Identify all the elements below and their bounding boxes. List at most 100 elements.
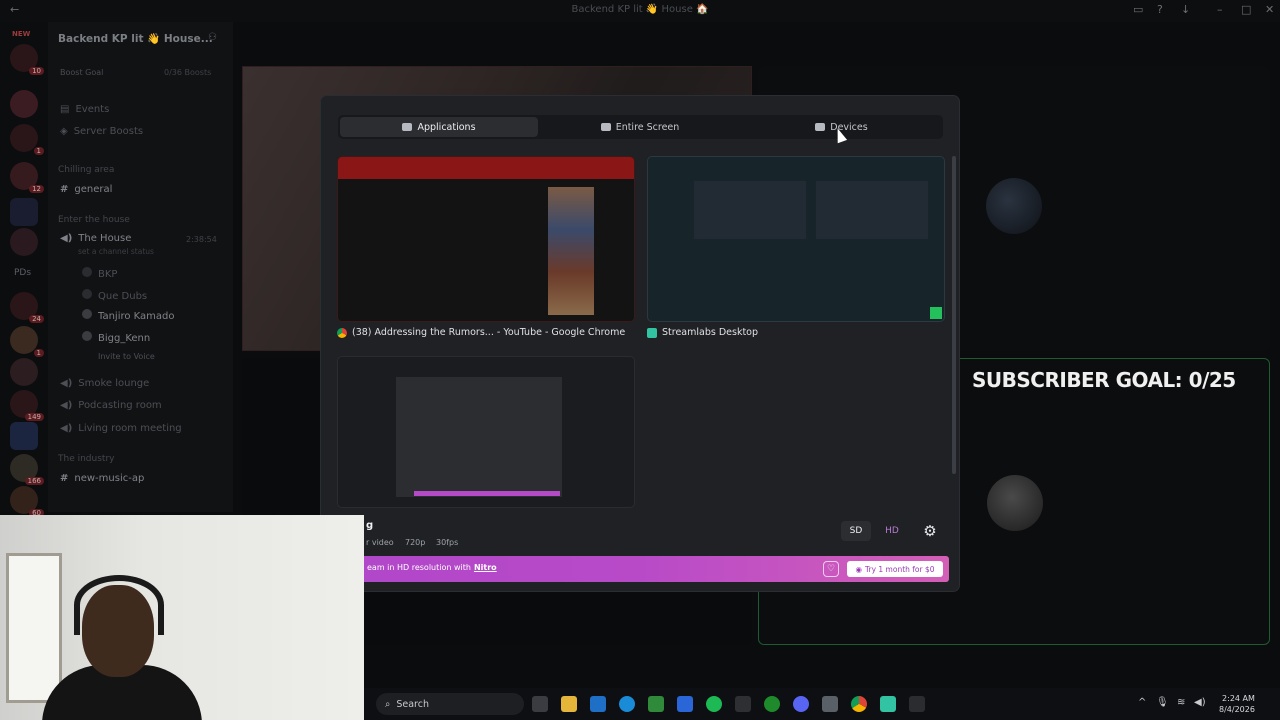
voice-user[interactable]: BKP [82, 267, 117, 280]
chrome-icon[interactable] [851, 696, 867, 712]
source-thumbnail-chrome[interactable] [337, 156, 635, 322]
microphone-icon[interactable]: 🎙 [1156, 697, 1169, 708]
invite-to-voice[interactable]: Invite to Voice [98, 352, 155, 361]
source-label-chrome[interactable]: (38) Addressing the Rumors... - YouTube … [337, 327, 625, 338]
server-icon[interactable]: 1 [10, 124, 44, 155]
edge-icon[interactable] [619, 696, 635, 712]
boost-count: 0/36 Boosts [164, 68, 212, 77]
voice-user[interactable]: Bigg_Kenn [82, 331, 150, 344]
server-boosts-link[interactable]: ◈ Server Boosts [60, 126, 143, 137]
gear-icon[interactable]: ⚙ [920, 521, 940, 541]
sd-button[interactable]: SD [841, 521, 871, 541]
heart-icon[interactable]: ♡ [823, 561, 839, 577]
tab-applications[interactable]: Applications [340, 117, 538, 137]
speaker-icon: ◀) [60, 233, 73, 244]
set-status-link[interactable]: set a channel status [78, 247, 154, 256]
task-view-icon[interactable] [532, 696, 548, 712]
source-label-streamlabs[interactable]: Streamlabs Desktop [647, 327, 758, 338]
server-badge: 1 [33, 147, 44, 155]
taskbar-search[interactable]: ⌕ Search [376, 693, 524, 715]
server-icon[interactable]: 10 [10, 44, 44, 75]
channel-label: Living room meeting [78, 423, 182, 434]
mail-icon[interactable] [735, 696, 751, 712]
server-icon[interactable]: 60 [10, 486, 44, 517]
app-icon[interactable] [677, 696, 693, 712]
source-thumbnail-streamlabs[interactable] [647, 156, 945, 322]
system-clock[interactable]: 2:24 AM 8/4/2026 [1219, 693, 1255, 715]
app-icon[interactable] [909, 696, 925, 712]
help-icon[interactable]: ? [1157, 3, 1163, 16]
close-icon[interactable]: ✕ [1265, 3, 1274, 16]
chrome-icon [337, 327, 347, 338]
speaker-icon: ◀) [60, 400, 73, 411]
server-name[interactable]: Backend KP lit 👋 House... [58, 32, 213, 45]
user-name: BKP [98, 269, 118, 280]
server-icon[interactable] [10, 228, 38, 256]
speaker-icon: ◀) [60, 423, 73, 434]
add-member-icon[interactable]: ⚇ [208, 32, 217, 43]
channel-general[interactable]: # general [60, 184, 112, 195]
download-icon[interactable]: ↓ [1181, 3, 1190, 16]
server-icon[interactable]: 149 [10, 390, 44, 421]
server-icon[interactable] [10, 422, 38, 450]
thumbnail-preview [548, 187, 594, 315]
source-thumbnail-discord[interactable] [337, 356, 635, 508]
maximize-icon[interactable]: □ [1241, 3, 1251, 16]
scrollbar[interactable] [952, 156, 956, 474]
window-title: Backend KP lit 👋 House 🏠 [571, 4, 709, 15]
taskbar: ⌕ Search ^ 🎙 ≋ ◀) 2:24 AM 8/4/2026 [364, 688, 1280, 720]
server-icon[interactable] [10, 358, 38, 386]
try-nitro-label: Try 1 month for $0 [865, 564, 935, 574]
inbox-icon[interactable]: ▭ [1133, 3, 1143, 16]
folder-label[interactable]: PDs [14, 268, 31, 278]
screen-share-modal: Applications Entire Screen Devices (38) … [320, 95, 960, 592]
volume-icon[interactable]: ◀) [1194, 697, 1206, 708]
hd-button[interactable]: HD [877, 521, 907, 541]
streamlabs-icon [647, 327, 657, 338]
xbox-icon[interactable] [764, 696, 780, 712]
voice-channel-smoke[interactable]: ◀) Smoke lounge [60, 378, 149, 389]
server-icon[interactable]: 166 [10, 454, 44, 485]
resolution-value: 720p [405, 538, 426, 547]
avatar [82, 289, 92, 299]
voice-channel-the-house[interactable]: ◀) The House [60, 233, 131, 244]
streamlabs-icon[interactable] [880, 696, 896, 712]
thumbnail-preview [338, 157, 634, 179]
voice-user[interactable]: Que Dubs [82, 289, 147, 302]
spotify-icon[interactable] [706, 696, 722, 712]
app-icon[interactable] [648, 696, 664, 712]
server-badge: 24 [29, 315, 44, 323]
boost-icon: ◈ [60, 126, 68, 137]
nitro-link[interactable]: Nitro [474, 563, 497, 572]
category-chilling[interactable]: Chilling area [58, 165, 114, 175]
voice-channel-podcasting[interactable]: ◀) Podcasting room [60, 400, 162, 411]
server-icon[interactable]: 12 [10, 162, 44, 193]
try-nitro-button[interactable]: ◉ Try 1 month for $0 [847, 561, 943, 577]
category-enter-house[interactable]: Enter the house [58, 215, 130, 225]
server-icon[interactable]: 1 [10, 326, 44, 357]
file-explorer-icon[interactable] [561, 696, 577, 712]
category-industry[interactable]: The industry [58, 454, 114, 464]
boost-goal-label[interactable]: Boost Goal [60, 68, 103, 77]
tab-entire-screen[interactable]: Entire Screen [541, 117, 739, 137]
outlook-icon[interactable] [590, 696, 606, 712]
voice-timer: 2:38:54 [186, 235, 217, 244]
channel-new-music[interactable]: # new-music-ap [60, 473, 144, 484]
discord-icon[interactable] [793, 696, 809, 712]
headset [74, 575, 164, 635]
events-link[interactable]: ▤ Events [60, 104, 109, 115]
discord-home-icon[interactable] [10, 90, 38, 118]
nitro-icon: ◉ [855, 564, 863, 574]
voice-channel-living-room[interactable]: ◀) Living room meeting [60, 423, 182, 434]
search-label: Search [396, 698, 429, 710]
wifi-icon[interactable]: ≋ [1177, 697, 1185, 708]
stream-type: r video [366, 538, 394, 547]
server-icon[interactable] [10, 198, 38, 226]
chevron-up-icon[interactable]: ^ [1138, 697, 1146, 708]
app-icon[interactable] [822, 696, 838, 712]
minimize-icon[interactable]: – [1217, 3, 1223, 16]
server-icon[interactable]: 24 [10, 292, 44, 323]
avatar [82, 267, 92, 277]
voice-user[interactable]: Tanjiro Kamado [82, 309, 175, 322]
source-title: (38) Addressing the Rumors... - YouTube … [352, 327, 626, 338]
